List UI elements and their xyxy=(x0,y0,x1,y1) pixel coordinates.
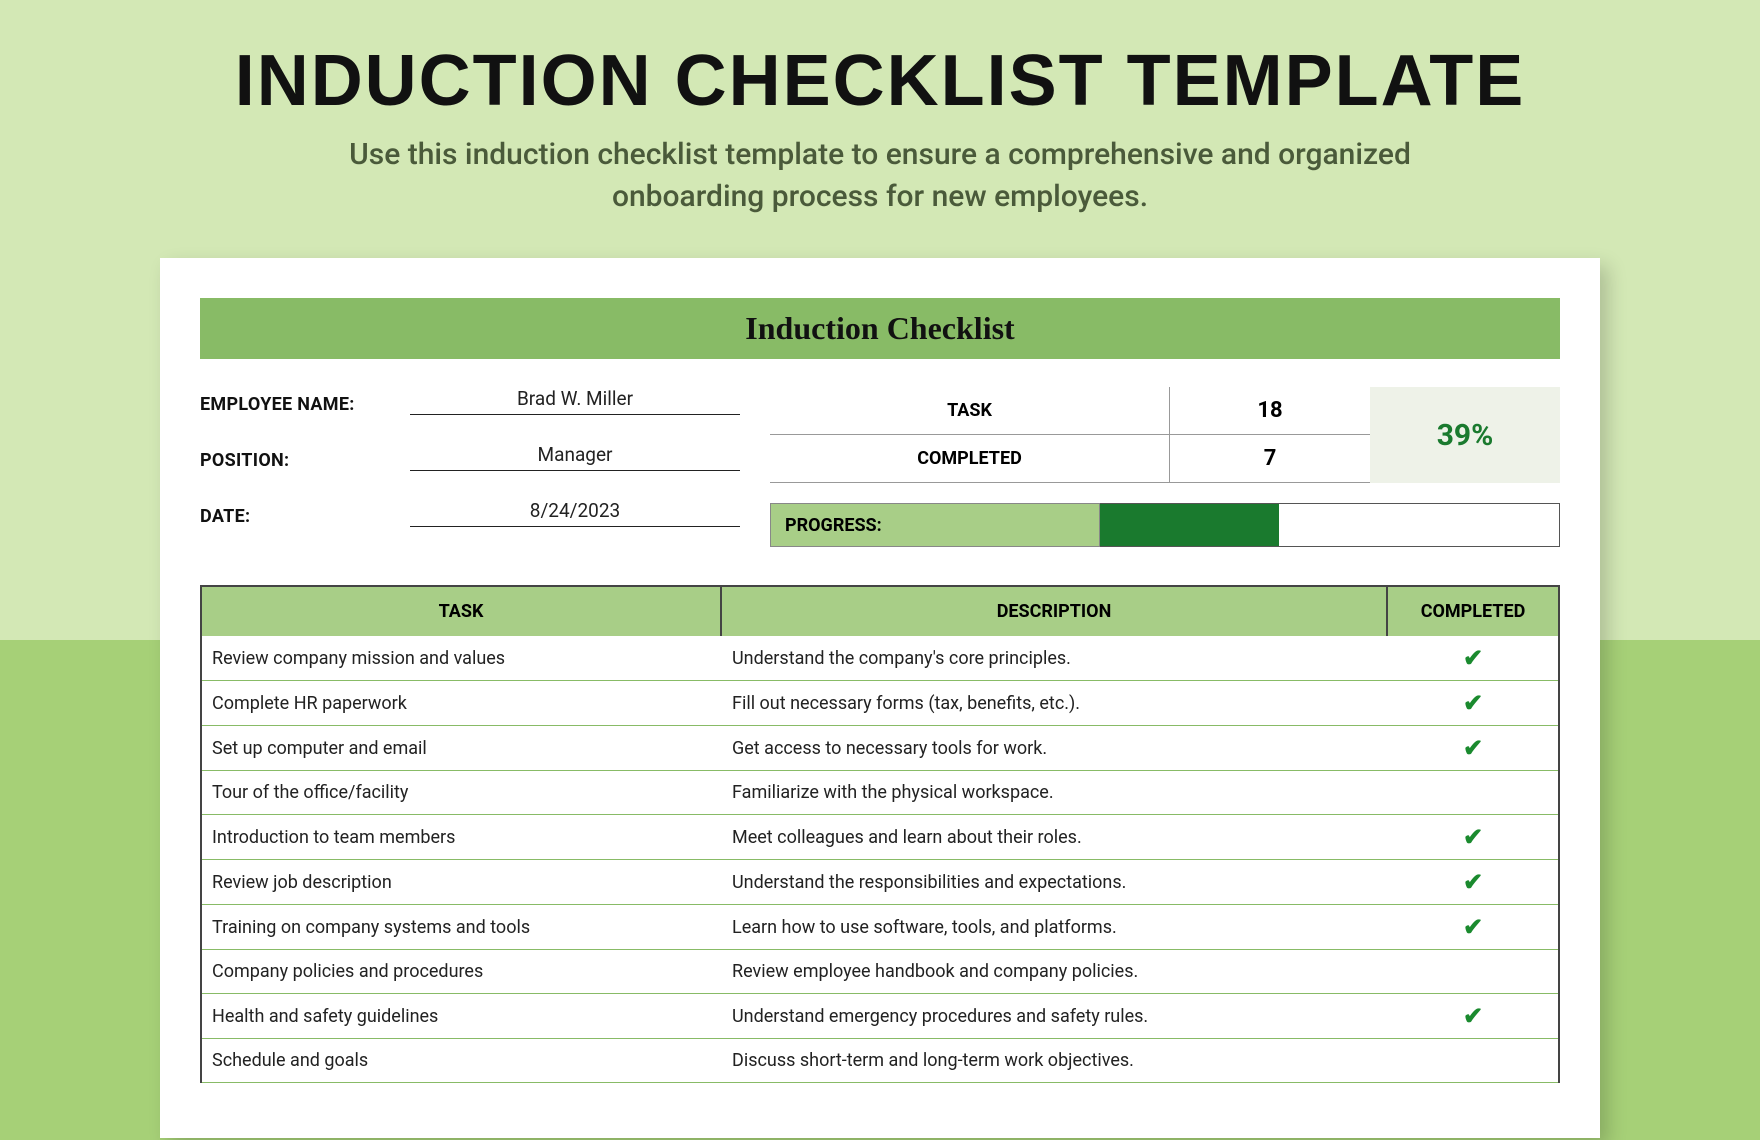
checklist-sheet: Induction Checklist EMPLOYEE NAME: Brad … xyxy=(160,258,1600,1138)
task-table: TASK DESCRIPTION COMPLETED Review compan… xyxy=(200,585,1560,1083)
stat-row-completed: COMPLETED 7 xyxy=(770,435,1370,483)
table-row: Training on company systems and toolsLea… xyxy=(202,905,1558,950)
value-position[interactable]: Manager xyxy=(410,443,740,471)
cell-task: Health and safety guidelines xyxy=(202,998,722,1035)
cell-completed[interactable]: ✔ xyxy=(1388,994,1558,1038)
progress-track xyxy=(1100,503,1560,547)
stats-box: TASK 18 COMPLETED 7 39% xyxy=(770,387,1560,483)
stat-label-completed: COMPLETED xyxy=(770,435,1170,482)
col-header-completed: COMPLETED xyxy=(1388,587,1558,636)
cell-task: Review job description xyxy=(202,864,722,901)
value-date[interactable]: 8/24/2023 xyxy=(410,499,740,527)
cell-completed[interactable]: ✔ xyxy=(1388,815,1558,859)
cell-completed[interactable] xyxy=(1388,964,1558,980)
label-employee-name: EMPLOYEE NAME: xyxy=(200,394,410,415)
cell-description: Discuss short-term and long-term work ob… xyxy=(722,1042,1388,1079)
stat-row-task: TASK 18 xyxy=(770,387,1370,435)
cell-description: Learn how to use software, tools, and pl… xyxy=(722,909,1388,946)
cell-task: Training on company systems and tools xyxy=(202,909,722,946)
field-date: DATE: 8/24/2023 xyxy=(200,499,740,527)
table-row: Introduction to team membersMeet colleag… xyxy=(202,815,1558,860)
cell-task: Company policies and procedures xyxy=(202,953,722,990)
progress-row: PROGRESS: xyxy=(770,503,1560,547)
table-head: TASK DESCRIPTION COMPLETED xyxy=(202,587,1558,636)
table-row: Set up computer and emailGet access to n… xyxy=(202,726,1558,771)
cell-task: Complete HR paperwork xyxy=(202,685,722,722)
stat-value-task: 18 xyxy=(1170,398,1370,423)
page-title: INDUCTION CHECKLIST TEMPLATE xyxy=(0,40,1760,122)
table-row: Health and safety guidelinesUnderstand e… xyxy=(202,994,1558,1039)
col-header-description: DESCRIPTION xyxy=(722,587,1388,636)
cell-description: Understand emergency procedures and safe… xyxy=(722,998,1388,1035)
meta-right: TASK 18 COMPLETED 7 39% PROGRESS: xyxy=(770,387,1560,547)
cell-completed[interactable]: ✔ xyxy=(1388,726,1558,770)
table-row: Schedule and goalsDiscuss short-term and… xyxy=(202,1039,1558,1083)
cell-task: Introduction to team members xyxy=(202,819,722,856)
label-position: POSITION: xyxy=(200,450,410,471)
page-subtitle: Use this induction checklist template to… xyxy=(0,134,1760,218)
cell-description: Get access to necessary tools for work. xyxy=(722,730,1388,767)
table-row: Complete HR paperworkFill out necessary … xyxy=(202,681,1558,726)
value-employee-name[interactable]: Brad W. Miller xyxy=(410,387,740,415)
cell-description: Understand the responsibilities and expe… xyxy=(722,864,1388,901)
percent-box: 39% xyxy=(1370,387,1560,483)
meta-section: EMPLOYEE NAME: Brad W. Miller POSITION: … xyxy=(200,387,1560,555)
cell-description: Understand the company's core principles… xyxy=(722,640,1388,677)
table-row: Review company mission and valuesUnderst… xyxy=(202,636,1558,681)
cell-completed[interactable] xyxy=(1388,785,1558,801)
cell-task: Schedule and goals xyxy=(202,1042,722,1079)
col-header-task: TASK xyxy=(202,587,722,636)
field-employee-name: EMPLOYEE NAME: Brad W. Miller xyxy=(200,387,740,415)
meta-left: EMPLOYEE NAME: Brad W. Miller POSITION: … xyxy=(200,387,740,555)
cell-completed[interactable]: ✔ xyxy=(1388,636,1558,680)
page-header: INDUCTION CHECKLIST TEMPLATE Use this in… xyxy=(0,0,1760,218)
table-row: Review job descriptionUnderstand the res… xyxy=(202,860,1558,905)
progress-fill xyxy=(1100,504,1279,546)
cell-description: Familiarize with the physical workspace. xyxy=(722,774,1388,811)
table-row: Company policies and proceduresReview em… xyxy=(202,950,1558,994)
stat-value-completed: 7 xyxy=(1170,446,1370,471)
cell-task: Tour of the office/facility xyxy=(202,774,722,811)
stat-label-task: TASK xyxy=(770,387,1170,434)
field-position: POSITION: Manager xyxy=(200,443,740,471)
cell-completed[interactable] xyxy=(1388,1053,1558,1069)
sheet-title: Induction Checklist xyxy=(200,298,1560,359)
cell-completed[interactable]: ✔ xyxy=(1388,681,1558,725)
table-body: Review company mission and valuesUnderst… xyxy=(202,636,1558,1083)
cell-task: Set up computer and email xyxy=(202,730,722,767)
cell-completed[interactable]: ✔ xyxy=(1388,905,1558,949)
cell-task: Review company mission and values xyxy=(202,640,722,677)
cell-description: Meet colleagues and learn about their ro… xyxy=(722,819,1388,856)
cell-completed[interactable]: ✔ xyxy=(1388,860,1558,904)
label-date: DATE: xyxy=(200,506,410,527)
table-row: Tour of the office/facilityFamiliarize w… xyxy=(202,771,1558,815)
cell-description: Review employee handbook and company pol… xyxy=(722,953,1388,990)
stats-grid: TASK 18 COMPLETED 7 xyxy=(770,387,1370,483)
cell-description: Fill out necessary forms (tax, benefits,… xyxy=(722,685,1388,722)
progress-label: PROGRESS: xyxy=(770,503,1100,547)
